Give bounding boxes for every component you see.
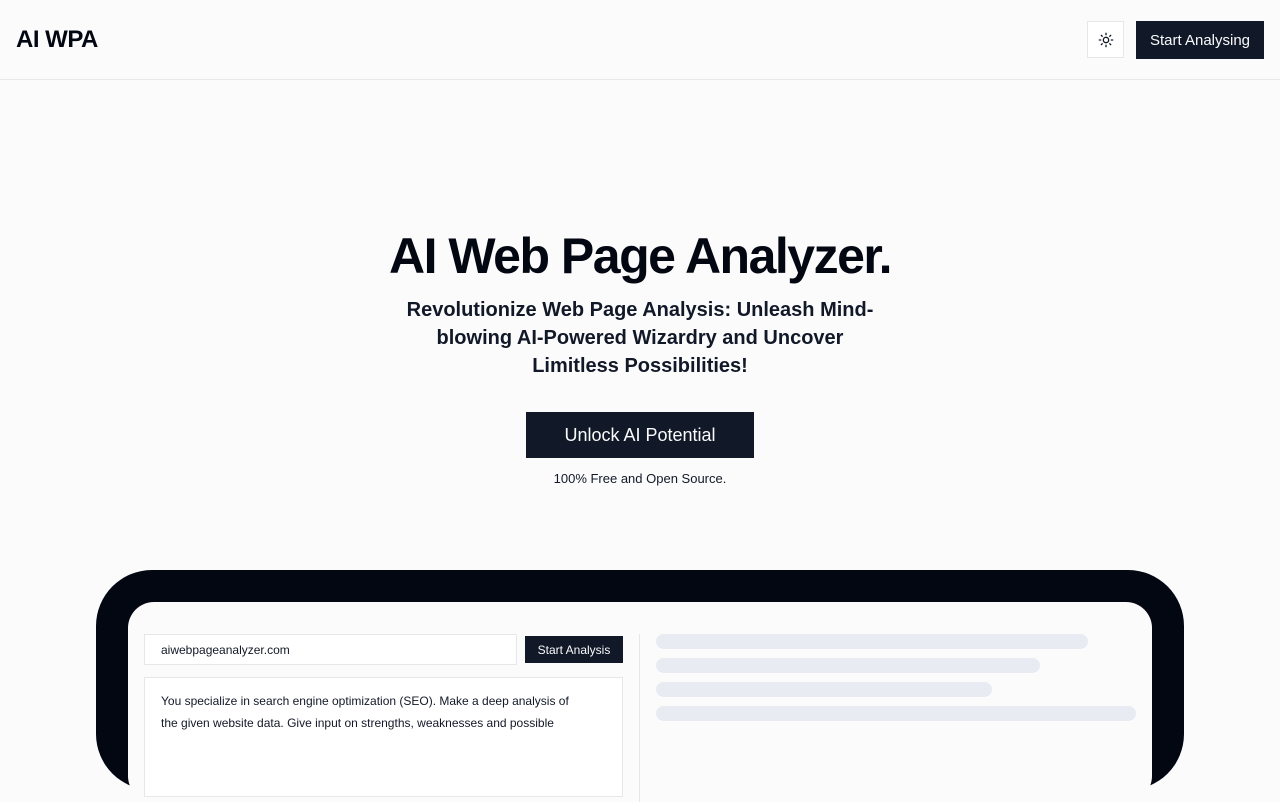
loading-skeleton-line — [656, 634, 1088, 649]
hero-subtitle-line: Revolutionize Web Page Analysis: Unleash… — [406, 299, 874, 321]
start-analysing-button[interactable]: Start Analysing — [1136, 21, 1264, 59]
url-input[interactable]: aiwebpageanalyzer.com — [144, 634, 517, 665]
unlock-ai-potential-button[interactable]: Unlock AI Potential — [526, 412, 754, 458]
loading-skeleton-line — [656, 682, 992, 697]
site-header: AI WPA Start Analysing — [0, 0, 1280, 80]
prompt-line: the given website data. Give input on st… — [161, 716, 554, 730]
free-open-source-note: 100% Free and Open Source. — [553, 471, 727, 486]
sun-icon — [1098, 32, 1113, 47]
logo[interactable]: AI WPA — [16, 24, 98, 56]
hero-subtitle-line: Limitless Possibilities! — [532, 355, 748, 377]
start-analysis-button[interactable]: Start Analysis — [525, 636, 623, 663]
hero-subtitle-line: blowing AI-Powered Wizardry and Uncover — [436, 327, 844, 349]
loading-skeleton-line — [656, 706, 1136, 721]
loading-skeleton-line — [656, 658, 1040, 673]
hero-subtitle: Revolutionize Web Page Analysis: Unleash… — [400, 296, 880, 380]
device-screen: aiwebpageanalyzer.com Start Analysis You… — [128, 602, 1152, 802]
panel-divider — [639, 634, 640, 802]
prompt-textarea[interactable]: You specialize in search engine optimiza… — [144, 677, 623, 797]
prompt-line: You specialize in search engine optimiza… — [161, 694, 569, 708]
theme-toggle-button[interactable] — [1087, 21, 1124, 58]
page-title: AI Web Page Analyzer. — [388, 228, 893, 284]
